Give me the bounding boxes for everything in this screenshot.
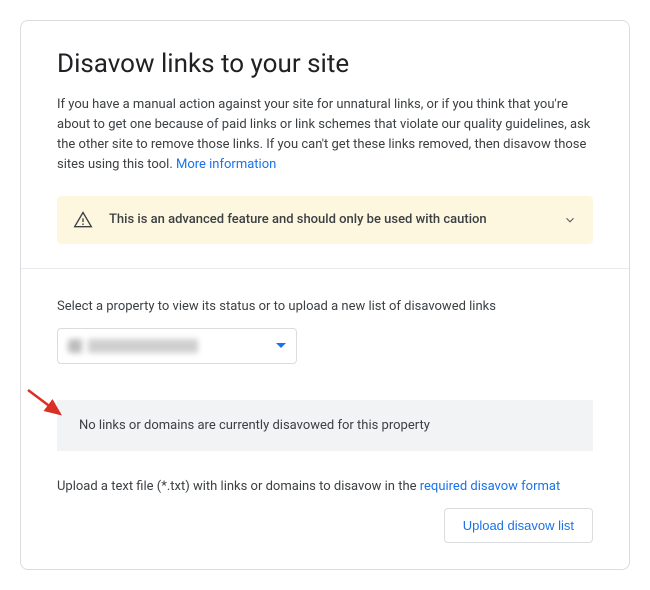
dropdown-arrow-icon — [276, 343, 286, 348]
selected-property-blurred — [68, 339, 266, 353]
page-description: If you have a manual action against your… — [57, 95, 593, 176]
header-section: Disavow links to your site If you have a… — [21, 21, 629, 268]
caution-alert[interactable]: This is an advanced feature and should o… — [57, 196, 593, 244]
disavow-format-link[interactable]: required disavow format — [420, 479, 560, 494]
disavow-card: Disavow links to your site If you have a… — [20, 20, 630, 570]
page-title: Disavow links to your site — [57, 49, 593, 79]
upload-disavow-button[interactable]: Upload disavow list — [444, 508, 593, 543]
property-select[interactable] — [57, 328, 297, 364]
description-text: If you have a manual action against your… — [57, 97, 590, 172]
more-information-link[interactable]: More information — [176, 157, 276, 172]
disavow-status: No links or domains are currently disavo… — [57, 400, 593, 451]
property-label: Select a property to view its status or … — [57, 299, 593, 314]
body-section: Select a property to view its status or … — [21, 269, 629, 569]
upload-instruction: Upload a text file (*.txt) with links or… — [57, 479, 593, 494]
status-text: No links or domains are currently disavo… — [79, 418, 430, 433]
alert-text: This is an advanced feature and should o… — [109, 212, 547, 227]
upload-prefix: Upload a text file (*.txt) with links or… — [57, 479, 420, 494]
warning-icon — [73, 210, 93, 230]
chevron-down-icon — [563, 213, 577, 227]
button-row: Upload disavow list — [57, 508, 593, 543]
